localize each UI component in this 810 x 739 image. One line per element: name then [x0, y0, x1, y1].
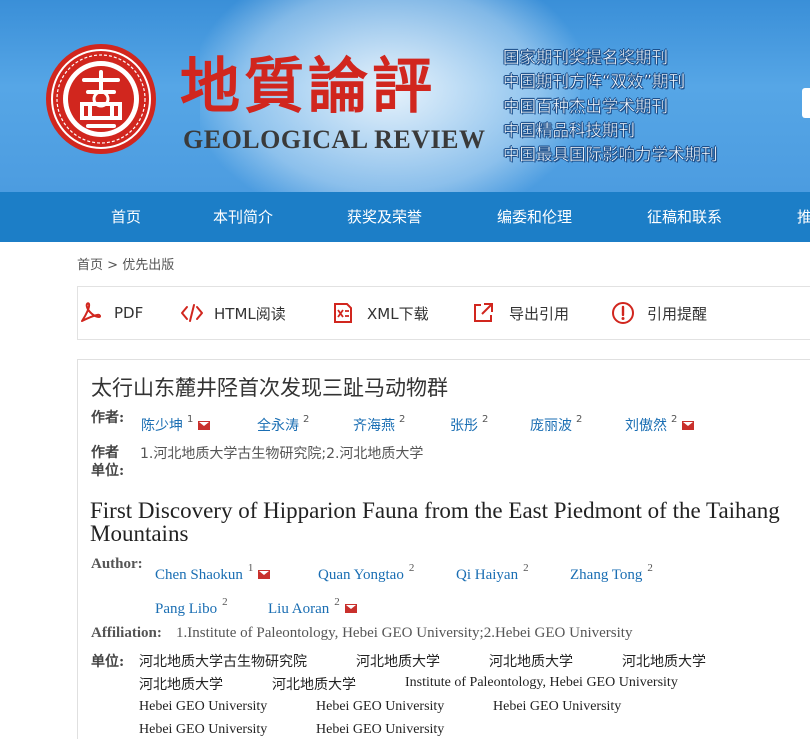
pdf-label: PDF: [114, 304, 144, 322]
unit-item: Hebei GEO University: [316, 699, 445, 714]
export-icon: [474, 303, 493, 322]
author-link[interactable]: 刘傲然 2: [625, 414, 695, 435]
citation-alert-button[interactable]: 引用提醒: [611, 287, 707, 339]
honor-item: 国家期刊奖提名奖期刊: [503, 48, 668, 67]
authors-label-en: Author:: [91, 556, 143, 572]
article-toolbar: PDF HTML阅读 XML下载 导出引用 引用提醒: [77, 286, 810, 340]
honor-item: 中国最具国际影响力学术期刊: [503, 145, 718, 165]
breadcrumb-current[interactable]: 优先出版: [122, 258, 174, 273]
breadcrumb-home[interactable]: 首页: [77, 258, 103, 273]
pdf-button[interactable]: PDF: [78, 287, 143, 339]
unit-item: 河北地质大学: [622, 654, 706, 670]
unit-item: 河北地质大学: [139, 677, 223, 693]
nav-item-submission[interactable]: 征稿和联系: [647, 192, 722, 242]
unit-item: 河北地质大学: [489, 654, 573, 670]
email-icon[interactable]: [258, 570, 271, 579]
unit-item: Hebei GEO University: [139, 722, 268, 737]
unit-item: Hebei GEO University: [139, 699, 268, 714]
journal-title-cn: 地質論評: [180, 52, 436, 122]
affiliation-label-cn: 作者: [91, 445, 119, 461]
unit-item: 河北地质大学古生物研究院: [139, 654, 307, 670]
article-title-cn: 太行山东麓井陉首次发现三趾马动物群: [91, 376, 448, 400]
journal-title-en: GEOLOGICAL REVIEW: [183, 125, 486, 154]
author-link[interactable]: Qi Haiyan 2: [456, 562, 529, 584]
affiliation-label-cn-2: 单位:: [91, 463, 125, 479]
author-link[interactable]: Liu Aoran 2: [268, 596, 357, 618]
nav-item-home[interactable]: 首页: [111, 192, 141, 242]
export-citation-label: 导出引用: [509, 304, 570, 323]
main-nav: 首页 本刊简介 获奖及荣誉 编委和伦理 征稿和联系 推: [0, 192, 810, 242]
unit-item: Hebei GEO University: [493, 699, 622, 714]
article-title-en: First Discovery of Hipparion Fauna from …: [90, 498, 780, 546]
nav-item-editorial[interactable]: 编委和伦理: [497, 192, 572, 242]
breadcrumb-separator: >: [103, 258, 123, 273]
pdf-icon: [81, 302, 102, 322]
xml-download-button[interactable]: XML下载: [332, 287, 429, 339]
search-box-edge[interactable]: [802, 88, 810, 118]
site-header: 地質論評 GEOLOGICAL REVIEW 国家期刊奖提名奖期刊 中国期刊方阵…: [0, 0, 810, 192]
email-icon[interactable]: [198, 421, 211, 430]
affiliation-cn: 1.河北地质大学古生物研究院;2.河北地质大学: [140, 446, 424, 462]
code-icon: [181, 304, 203, 322]
alert-icon: [612, 302, 634, 324]
authors-label-cn: 作者:: [91, 410, 125, 426]
author-link[interactable]: Pang Libo 2: [155, 596, 228, 618]
affiliation-en: 1.Institute of Paleontology, Hebei GEO U…: [176, 625, 633, 641]
nav-item-more[interactable]: 推: [797, 192, 810, 242]
nav-item-about[interactable]: 本刊简介: [213, 192, 273, 242]
unit-item: Institute of Paleontology, Hebei GEO Uni…: [405, 675, 678, 690]
unit-label: 单位:: [91, 654, 125, 670]
honors-list: 国家期刊奖提名奖期刊 中国期刊方阵“双效”期刊 中国百种杰出学术期刊 中国精品科…: [503, 46, 718, 167]
honor-item: 中国精品科技期刊: [503, 120, 635, 140]
honor-item: 中国百种杰出学术期刊: [503, 96, 668, 116]
citation-alert-label: 引用提醒: [647, 304, 708, 323]
html-read-button[interactable]: HTML阅读: [180, 287, 286, 339]
author-link[interactable]: Zhang Tong 2: [570, 562, 653, 584]
xml-download-label: XML下载: [367, 304, 429, 323]
author-link[interactable]: 齐海燕 2: [353, 414, 405, 435]
journal-seal-logo[interactable]: [44, 42, 158, 156]
email-icon[interactable]: [344, 604, 357, 613]
author-link[interactable]: Chen Shaokun 1: [155, 562, 271, 584]
honor-item: 中国期刊方阵“双效”期刊: [503, 72, 686, 92]
author-link[interactable]: 庞丽波 2: [530, 414, 582, 435]
article-info: 太行山东麓井陉首次发现三趾马动物群 作者: 陈少坤 1 全永涛 2 齐海燕 2 张彤 2…: [77, 359, 810, 739]
export-citation-button[interactable]: 导出引用: [472, 287, 569, 339]
author-link[interactable]: 张彤 2: [450, 414, 488, 435]
author-link[interactable]: 全永涛 2: [257, 414, 309, 435]
unit-item: 河北地质大学: [356, 654, 440, 670]
unit-item: Hebei GEO University: [316, 722, 445, 737]
author-link[interactable]: 陈少坤 1: [141, 414, 211, 435]
unit-item: 河北地质大学: [272, 677, 356, 693]
email-icon[interactable]: [682, 421, 695, 430]
nav-item-awards[interactable]: 获奖及荣誉: [347, 192, 422, 242]
breadcrumb: 首页 > 优先出版: [77, 254, 174, 273]
author-link[interactable]: Quan Yongtao 2: [318, 562, 414, 584]
xml-file-icon: [334, 303, 352, 323]
html-read-label: HTML阅读: [214, 304, 286, 323]
affiliation-label-en: Affiliation:: [91, 625, 162, 641]
